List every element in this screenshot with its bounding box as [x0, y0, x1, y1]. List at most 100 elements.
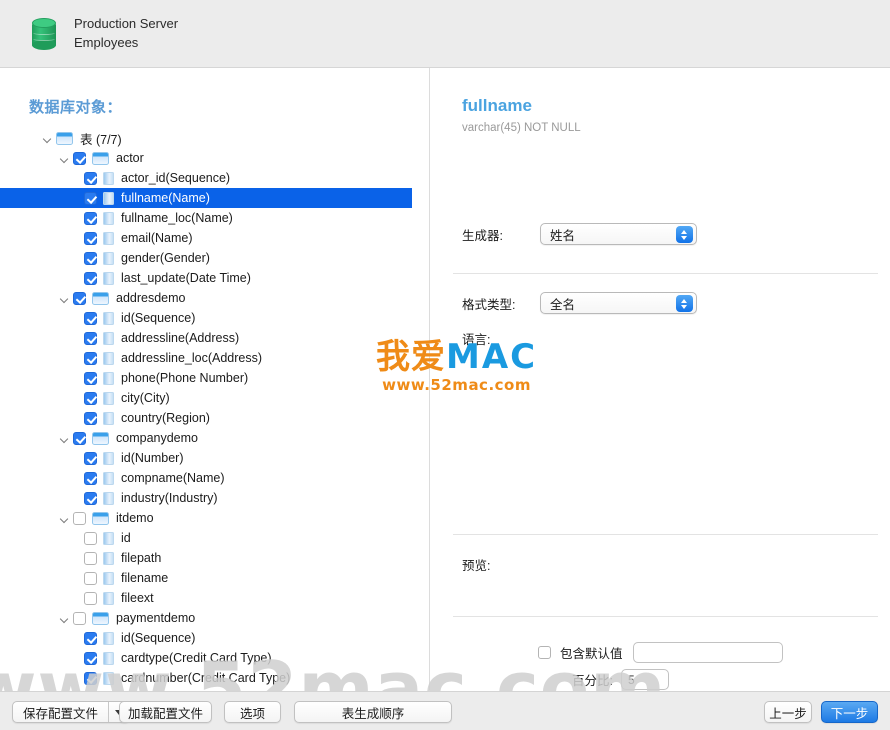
tree-row-checkbox[interactable] [73, 611, 86, 625]
tree-row[interactable]: 表 (7/7) [0, 128, 429, 148]
tree-row-label: filename [121, 571, 169, 585]
previous-button[interactable]: 上一步 [764, 701, 812, 723]
tree-row[interactable]: email(Name) [0, 228, 429, 248]
tree-row-checkbox[interactable] [84, 171, 97, 185]
tree-row[interactable]: country(Region) [0, 408, 429, 428]
tree-row-checkbox[interactable] [84, 211, 97, 225]
table-icon [92, 151, 109, 165]
tree-row-checkbox[interactable] [84, 251, 97, 265]
tree-row-checkbox[interactable] [73, 431, 86, 445]
column-icon [103, 211, 114, 225]
generator-select[interactable]: 姓名 [540, 223, 697, 245]
save-profile-label: 保存配置文件 [13, 702, 110, 722]
column-icon [103, 571, 114, 585]
field-settings-panel: fullname varchar(45) NOT NULL 生成器: 姓名 格式… [431, 68, 890, 690]
field-type: varchar(45) NOT NULL [462, 122, 581, 134]
tree-row-checkbox[interactable] [84, 311, 97, 325]
tree-row-checkbox[interactable] [73, 151, 86, 165]
tree-row-checkbox[interactable] [84, 451, 97, 465]
tree-row-checkbox[interactable] [84, 231, 97, 245]
tree-row[interactable]: addresdemo [0, 288, 429, 308]
column-icon [103, 491, 114, 505]
tree-row[interactable]: city(City) [0, 388, 429, 408]
tree-row-checkbox[interactable] [84, 271, 97, 285]
tree-row-checkbox[interactable] [84, 571, 97, 585]
chevron-down-icon[interactable] [58, 432, 71, 445]
tree-row-checkbox[interactable] [84, 551, 97, 565]
tree-row-checkbox[interactable] [84, 471, 97, 485]
column-icon [103, 171, 114, 185]
chevron-down-icon[interactable] [58, 612, 71, 625]
tree-row-label: id(Sequence) [121, 631, 196, 645]
tree-row-checkbox[interactable] [84, 411, 97, 425]
tree-row[interactable]: itdemo [0, 508, 429, 528]
database-name: Employees [74, 34, 139, 50]
preview-label: 预览: [462, 559, 491, 573]
tree-row-checkbox[interactable] [84, 351, 97, 365]
tree-row-checkbox[interactable] [73, 291, 86, 305]
include-default-checkbox[interactable] [538, 646, 551, 659]
tree-row-label: industry(Industry) [121, 491, 218, 505]
tree-row[interactable]: actor_id(Sequence) [0, 168, 429, 188]
next-button[interactable]: 下一步 [821, 701, 878, 723]
tree-row[interactable]: compname(Name) [0, 468, 429, 488]
tree-row[interactable]: gender(Gender) [0, 248, 429, 268]
wizard-footer: 保存配置文件 加载配置文件 选项 表生成顺序 上一步 下一步 [0, 691, 890, 730]
tree-row-checkbox[interactable] [84, 191, 97, 205]
default-percent-label: 百分比: [572, 674, 613, 688]
object-tree[interactable]: 表 (7/7) actor actor_id(Sequence) fullname(N… [0, 128, 429, 690]
tree-row-checkbox[interactable] [73, 511, 86, 525]
tree-row-checkbox[interactable] [84, 671, 97, 685]
tree-row[interactable]: id(Number) [0, 448, 429, 468]
chevron-down-icon[interactable] [58, 152, 71, 165]
tree-row[interactable]: actor [0, 148, 429, 168]
tree-row[interactable]: cardtype(Credit Card Type) [0, 648, 429, 668]
tree-row[interactable]: last_update(Date Time) [0, 268, 429, 288]
tree-row[interactable]: id(Sequence) [0, 628, 429, 648]
tree-row[interactable]: companydemo [0, 428, 429, 448]
table-order-button[interactable]: 表生成顺序 [294, 701, 452, 723]
tree-row[interactable]: addressline_loc(Address) [0, 348, 429, 368]
include-default-row: 包含默认值 [538, 642, 783, 663]
tree-row[interactable]: industry(Industry) [0, 488, 429, 508]
chevron-down-icon[interactable] [58, 292, 71, 305]
tree-row[interactable]: filepath [0, 548, 429, 568]
tree-row-checkbox[interactable] [84, 491, 97, 505]
tree-row[interactable]: paymentdemo [0, 608, 429, 628]
tree-row-label: country(Region) [121, 411, 210, 425]
tree-row-checkbox[interactable] [84, 531, 97, 545]
generator-row: 生成器: 姓名 [462, 223, 697, 245]
chevron-down-icon[interactable] [41, 132, 54, 145]
chevron-down-icon[interactable] [58, 512, 71, 525]
generator-value: 姓名 [550, 228, 576, 243]
tree-row-label: city(City) [121, 391, 170, 405]
tree-row-label: phone(Phone Number) [121, 371, 249, 385]
tree-row[interactable]: fileext [0, 588, 429, 608]
tree-row-checkbox[interactable] [84, 651, 97, 665]
tree-row[interactable]: fullname(Name) [0, 188, 412, 208]
chevron-updown-icon [676, 226, 693, 243]
save-profile-button[interactable]: 保存配置文件 [12, 701, 131, 723]
default-value-input[interactable] [632, 642, 783, 663]
tree-row[interactable]: cardnumber(Credit Card Type) [0, 668, 429, 688]
tree-row-checkbox[interactable] [84, 331, 97, 345]
tree-row[interactable]: addressline(Address) [0, 328, 429, 348]
tree-row-label: cardnumber(Credit Card Type) [121, 671, 291, 685]
tree-row[interactable]: fullname_loc(Name) [0, 208, 429, 228]
default-percent-input[interactable]: 5 [620, 669, 669, 690]
tree-row-checkbox[interactable] [84, 631, 97, 645]
tree-row-checkbox[interactable] [84, 371, 97, 385]
tree-row-label: compname(Name) [121, 471, 225, 485]
tree-row[interactable]: filename [0, 568, 429, 588]
tree-row[interactable]: phone(Phone Number) [0, 368, 429, 388]
format-select[interactable]: 全名 [540, 292, 697, 314]
options-button[interactable]: 选项 [224, 701, 281, 723]
connection-info: Production Server Employees [74, 15, 178, 53]
tree-row[interactable]: id(Sequence) [0, 308, 429, 328]
tree-row-checkbox[interactable] [84, 591, 97, 605]
tree-row-label: actor [116, 151, 144, 165]
tree-row[interactable]: id [0, 528, 429, 548]
load-profile-button[interactable]: 加载配置文件 [119, 701, 212, 723]
tree-row-label: cardtype(Credit Card Type) [121, 651, 272, 665]
tree-row-checkbox[interactable] [84, 391, 97, 405]
